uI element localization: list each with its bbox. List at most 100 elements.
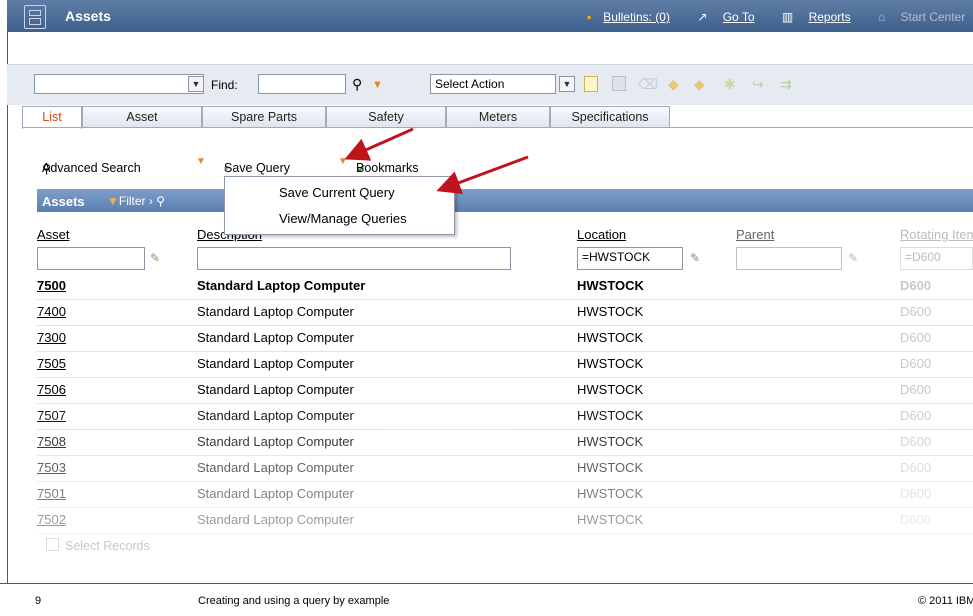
- rotating-cell: D600: [900, 408, 932, 423]
- asset-link[interactable]: 7507: [37, 408, 66, 423]
- table-row[interactable]: 7507 Standard Laptop Computer HWSTOCK D600: [37, 403, 973, 430]
- query-toolbar: ⚲ Advanced Search ▼ ▪ Save Query ▼ ✔ Boo…: [42, 156, 419, 176]
- table-row[interactable]: 7508 Standard Laptop Computer HWSTOCK D600: [37, 429, 973, 456]
- table-header-bar: Assets ▼Filter › ⚲: [37, 189, 973, 212]
- app-title: Assets: [65, 8, 111, 24]
- previous-icon[interactable]: ◆: [668, 76, 684, 92]
- save-query-chevron-icon[interactable]: ▼: [338, 156, 348, 167]
- description-cell: Standard Laptop Computer: [197, 434, 354, 449]
- rotating-cell: D600: [900, 460, 932, 475]
- table-row[interactable]: 7503 Standard Laptop Computer HWSTOCK D600: [37, 455, 973, 482]
- column-header-location[interactable]: Location: [577, 227, 626, 242]
- tab-spare-parts[interactable]: Spare Parts: [202, 106, 326, 127]
- menu-item-view-manage-queries[interactable]: View/Manage Queries: [279, 211, 407, 226]
- table-row[interactable]: 7506 Standard Laptop Computer HWSTOCK D600: [37, 377, 973, 404]
- refresh-icon[interactable]: ✱: [724, 76, 740, 92]
- rotating-cell: D600: [900, 512, 932, 527]
- table-row[interactable]: 7500 Standard Laptop Computer HWSTOCK D600: [37, 273, 973, 300]
- rotating-cell: D600: [900, 330, 932, 345]
- asset-link[interactable]: 7501: [37, 486, 66, 501]
- filter-parent-input[interactable]: [736, 247, 842, 270]
- filter-rotating-input[interactable]: =D600: [900, 247, 973, 270]
- table-title: Assets: [42, 194, 85, 209]
- location-cell: HWSTOCK: [577, 434, 644, 449]
- title-bar: Assets ▪ Bulletins: (0) ↗ Go To ▥ Reports…: [7, 0, 973, 32]
- filter-description-input[interactable]: [197, 247, 511, 270]
- reports-icon: ▥: [781, 10, 794, 24]
- table-row[interactable]: 7400 Standard Laptop Computer HWSTOCK D600: [37, 299, 973, 326]
- chevron-down-icon[interactable]: ▼: [188, 76, 204, 92]
- tab-list[interactable]: List: [22, 106, 82, 129]
- location-cell: HWSTOCK: [577, 382, 644, 397]
- tab-meters[interactable]: Meters: [446, 106, 550, 127]
- footer-caption: Creating and using a query by example: [198, 595, 390, 607]
- save-icon[interactable]: [612, 76, 626, 91]
- goto-arrow-icon: ↗: [697, 10, 708, 24]
- asset-link[interactable]: 7400: [37, 304, 66, 319]
- route-icon[interactable]: ↪: [752, 76, 768, 92]
- rotating-cell: D600: [900, 278, 932, 293]
- asset-link[interactable]: 7502: [37, 512, 66, 527]
- table-row[interactable]: 7502 Standard Laptop Computer HWSTOCK D600: [37, 507, 973, 534]
- column-header-asset[interactable]: Asset: [37, 227, 70, 242]
- top-links: ▪ Bulletins: (0) ↗ Go To ▥ Reports ⌂ Star…: [587, 10, 973, 24]
- lookup-icon[interactable]: ✎: [848, 251, 858, 265]
- select-action-dropdown[interactable]: Select Action: [430, 74, 556, 94]
- table-row[interactable]: 7300 Standard Laptop Computer HWSTOCK D600: [37, 325, 973, 352]
- rotating-cell: D600: [900, 382, 932, 397]
- filter-dropdown-icon[interactable]: ▼: [372, 79, 388, 95]
- location-cell: HWSTOCK: [577, 408, 644, 423]
- rotating-cell: D600: [900, 434, 932, 449]
- asset-link[interactable]: 7503: [37, 460, 66, 475]
- asset-link[interactable]: 7505: [37, 356, 66, 371]
- asset-link[interactable]: 7508: [37, 434, 66, 449]
- tab-divider: [22, 127, 973, 128]
- table-row[interactable]: 7505 Standard Laptop Computer HWSTOCK D600: [37, 351, 973, 378]
- next-icon[interactable]: ◆: [694, 76, 710, 92]
- asset-link[interactable]: 7300: [37, 330, 66, 345]
- tab-specifications[interactable]: Specifications: [550, 106, 670, 127]
- binoculars-icon[interactable]: ⚲: [352, 76, 368, 92]
- description-cell: Standard Laptop Computer: [197, 304, 354, 319]
- bulletins-link[interactable]: ▪ Bulletins: (0): [587, 10, 682, 24]
- filter-icon: ▼: [107, 194, 119, 208]
- new-record-icon[interactable]: [584, 76, 598, 92]
- asset-link[interactable]: 7506: [37, 382, 66, 397]
- asset-link[interactable]: 7500: [37, 278, 66, 293]
- tab-asset[interactable]: Asset: [82, 106, 202, 127]
- filter-button[interactable]: ▼Filter › ⚲: [107, 194, 165, 208]
- description-cell: Standard Laptop Computer: [197, 408, 354, 423]
- find-input[interactable]: [258, 74, 346, 94]
- rotating-cell: D600: [900, 486, 932, 501]
- binoculars-icon: ⚲: [156, 194, 166, 208]
- clear-icon[interactable]: ⌫: [638, 76, 658, 92]
- description-cell: Standard Laptop Computer: [197, 278, 366, 293]
- table-row[interactable]: 7501 Standard Laptop Computer HWSTOCK D600: [37, 481, 973, 508]
- column-header-rotating[interactable]: Rotating Item: [900, 227, 973, 242]
- lookup-icon[interactable]: ✎: [150, 251, 160, 265]
- advanced-search-chevron-icon[interactable]: ▼: [196, 156, 206, 167]
- app-selector-field[interactable]: [34, 74, 204, 94]
- location-cell: HWSTOCK: [577, 460, 644, 475]
- workflow-icon[interactable]: ⇉: [780, 76, 796, 92]
- rotating-cell: D600: [900, 356, 932, 371]
- bulletin-icon: ▪: [587, 10, 592, 24]
- column-header-parent[interactable]: Parent: [736, 227, 774, 242]
- filter-asset-input[interactable]: [37, 247, 145, 270]
- select-action-chevron-icon[interactable]: ▼: [559, 76, 575, 92]
- description-cell: Standard Laptop Computer: [197, 330, 354, 345]
- location-cell: HWSTOCK: [577, 356, 644, 371]
- select-records-checkbox[interactable]: Select Records: [46, 538, 150, 553]
- home-icon: ⌂: [877, 10, 886, 24]
- save-query-menu: Save Current Query View/Manage Queries: [224, 176, 455, 235]
- location-cell: HWSTOCK: [577, 512, 644, 527]
- goto-link[interactable]: ↗ Go To: [697, 10, 766, 24]
- location-cell: HWSTOCK: [577, 304, 644, 319]
- start-center-link[interactable]: ⌂ Start Center: [878, 10, 973, 24]
- lookup-icon[interactable]: ✎: [690, 251, 700, 265]
- find-label: Find:: [211, 78, 238, 92]
- menu-item-save-current-query[interactable]: Save Current Query: [279, 185, 395, 200]
- filter-location-input[interactable]: =HWSTOCK: [577, 247, 683, 270]
- reports-link[interactable]: ▥ Reports: [782, 10, 863, 24]
- tab-safety[interactable]: Safety: [326, 106, 446, 127]
